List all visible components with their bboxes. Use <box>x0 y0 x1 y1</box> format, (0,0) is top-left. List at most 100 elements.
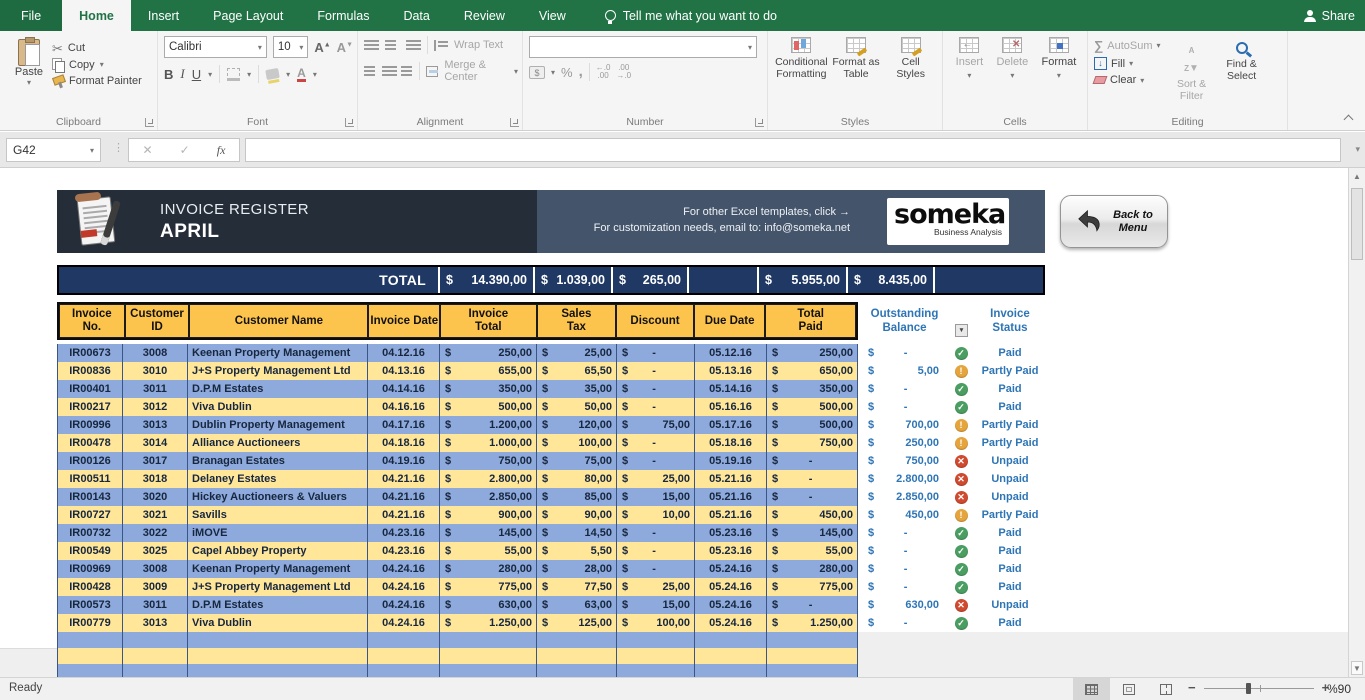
status-icon-cell[interactable]: ✓ <box>947 344 975 362</box>
cell-due-date[interactable]: 05.12.16 <box>695 344 767 362</box>
status-icon-cell[interactable]: ! <box>947 362 975 380</box>
empty-cell[interactable] <box>188 664 368 677</box>
cell-invoice-no[interactable]: IR00428 <box>57 578 123 596</box>
grow-font-button[interactable]: A▲ <box>314 40 330 55</box>
cell-invoice-no[interactable]: IR00836 <box>57 362 123 380</box>
cell-due-date[interactable]: 05.17.16 <box>695 416 767 434</box>
cell-sales-tax[interactable]: $35,00 <box>537 380 617 398</box>
empty-cell[interactable] <box>57 632 123 648</box>
cell-total-paid[interactable]: $- <box>767 452 858 470</box>
cell-discount[interactable]: $- <box>617 344 695 362</box>
cell-invoice-status[interactable]: Partly Paid <box>975 434 1045 452</box>
cell-invoice-total[interactable]: $2.850,00 <box>440 488 537 506</box>
cell-invoice-status[interactable]: Paid <box>975 578 1045 596</box>
status-icon-cell[interactable]: ✕ <box>947 452 975 470</box>
cell-invoice-total[interactable]: $2.800,00 <box>440 470 537 488</box>
cell-outstanding-balance[interactable]: $- <box>862 578 947 596</box>
empty-cell[interactable] <box>188 632 368 648</box>
cell-invoice-total[interactable]: $350,00 <box>440 380 537 398</box>
cell-customer-name[interactable]: D.P.M Estates <box>188 380 368 398</box>
cell-customer-id[interactable]: 3010 <box>123 362 188 380</box>
scroll-down-icon[interactable]: ▼ <box>1351 661 1363 675</box>
empty-cell[interactable] <box>440 648 537 664</box>
cell-total-paid[interactable]: $- <box>767 596 858 614</box>
cell-total-paid[interactable]: $250,00 <box>767 344 858 362</box>
cell-customer-id[interactable]: 3020 <box>123 488 188 506</box>
cell-due-date[interactable]: 05.24.16 <box>695 614 767 632</box>
status-icon-cell[interactable]: ! <box>947 506 975 524</box>
tell-me-box[interactable]: Tell me what you want to do <box>605 0 777 31</box>
cell-invoice-date[interactable]: 04.16.16 <box>368 398 440 416</box>
cell-customer-name[interactable]: Savills <box>188 506 368 524</box>
underline-button[interactable]: U <box>192 67 201 82</box>
status-icon-cell[interactable]: ✓ <box>947 542 975 560</box>
status-icon-cell[interactable]: ✓ <box>947 560 975 578</box>
cell-invoice-no[interactable]: IR00996 <box>57 416 123 434</box>
cell-invoice-total[interactable]: $250,00 <box>440 344 537 362</box>
cell-invoice-no[interactable]: IR00727 <box>57 506 123 524</box>
cell-discount[interactable]: $15,00 <box>617 488 695 506</box>
cell-invoice-date[interactable]: 04.24.16 <box>368 614 440 632</box>
vertical-scrollbar[interactable]: ▲ ▼ <box>1348 168 1365 677</box>
cell-invoice-date[interactable]: 04.21.16 <box>368 506 440 524</box>
cell-customer-name[interactable]: Branagan Estates <box>188 452 368 470</box>
cell-invoice-no[interactable]: IR00126 <box>57 452 123 470</box>
cell-outstanding-balance[interactable]: $750,00 <box>862 452 947 470</box>
cell-invoice-no[interactable]: IR00143 <box>57 488 123 506</box>
cell-total-paid[interactable]: $450,00 <box>767 506 858 524</box>
cell-customer-id[interactable]: 3013 <box>123 416 188 434</box>
cell-customer-id[interactable]: 3013 <box>123 614 188 632</box>
empty-cell[interactable] <box>695 632 767 648</box>
scrollbar-thumb[interactable] <box>1351 188 1363 260</box>
empty-cell[interactable] <box>767 648 858 664</box>
copy-button[interactable]: Copy▾ <box>52 58 142 71</box>
cell-customer-name[interactable]: Alliance Auctioneers <box>188 434 368 452</box>
cell-invoice-total[interactable]: $750,00 <box>440 452 537 470</box>
empty-cell[interactable] <box>537 648 617 664</box>
align-middle-icon[interactable] <box>385 40 400 50</box>
find-select-button[interactable]: Find & Select <box>1219 40 1265 112</box>
status-icon-cell[interactable]: ✓ <box>947 578 975 596</box>
cell-invoice-date[interactable]: 04.19.16 <box>368 452 440 470</box>
cell-invoice-no[interactable]: IR00673 <box>57 344 123 362</box>
cell-outstanding-balance[interactable]: $250,00 <box>862 434 947 452</box>
cell-customer-id[interactable]: 3008 <box>123 560 188 578</box>
empty-cell[interactable] <box>368 648 440 664</box>
cell-invoice-status[interactable]: Paid <box>975 398 1045 416</box>
font-size-select[interactable]: 10▾ <box>273 36 308 58</box>
cell-sales-tax[interactable]: $100,00 <box>537 434 617 452</box>
cell-discount[interactable]: $- <box>617 452 695 470</box>
cell-invoice-total[interactable]: $500,00 <box>440 398 537 416</box>
cell-due-date[interactable]: 05.24.16 <box>695 596 767 614</box>
cell-customer-name[interactable]: Hickey Auctioneers & Valuers <box>188 488 368 506</box>
empty-cell[interactable] <box>695 648 767 664</box>
cell-invoice-date[interactable]: 04.24.16 <box>368 578 440 596</box>
cell-total-paid[interactable]: $280,00 <box>767 560 858 578</box>
cell-discount[interactable]: $- <box>617 380 695 398</box>
tab-review[interactable]: Review <box>447 0 522 31</box>
empty-cell[interactable] <box>617 664 695 677</box>
tab-insert[interactable]: Insert <box>131 0 196 31</box>
cell-invoice-total[interactable]: $900,00 <box>440 506 537 524</box>
cell-invoice-date[interactable]: 04.23.16 <box>368 524 440 542</box>
cell-outstanding-balance[interactable]: $630,00 <box>862 596 947 614</box>
empty-cell[interactable] <box>188 648 368 664</box>
cell-outstanding-balance[interactable]: $- <box>862 398 947 416</box>
empty-cell[interactable] <box>537 632 617 648</box>
zoom-slider-thumb[interactable] <box>1246 683 1251 694</box>
cell-due-date[interactable]: 05.18.16 <box>695 434 767 452</box>
cell-invoice-date[interactable]: 04.21.16 <box>368 488 440 506</box>
cell-discount[interactable]: $25,00 <box>617 578 695 596</box>
cell-customer-name[interactable]: Viva Dublin <box>188 614 368 632</box>
cell-customer-name[interactable]: Delaney Estates <box>188 470 368 488</box>
shrink-font-button[interactable]: A▼ <box>337 40 353 55</box>
worksheet[interactable]: For other Excel templates, click → For c… <box>0 168 1348 677</box>
empty-cell[interactable] <box>537 664 617 677</box>
cell-invoice-date[interactable]: 04.24.16 <box>368 596 440 614</box>
insert-cells-button[interactable]: Insert ▾ <box>956 37 984 112</box>
cell-sales-tax[interactable]: $28,00 <box>537 560 617 578</box>
cell-invoice-date[interactable]: 04.24.16 <box>368 560 440 578</box>
cell-total-paid[interactable]: $500,00 <box>767 398 858 416</box>
cell-invoice-status[interactable]: Partly Paid <box>975 416 1045 434</box>
align-bottom-icon[interactable] <box>406 40 421 50</box>
